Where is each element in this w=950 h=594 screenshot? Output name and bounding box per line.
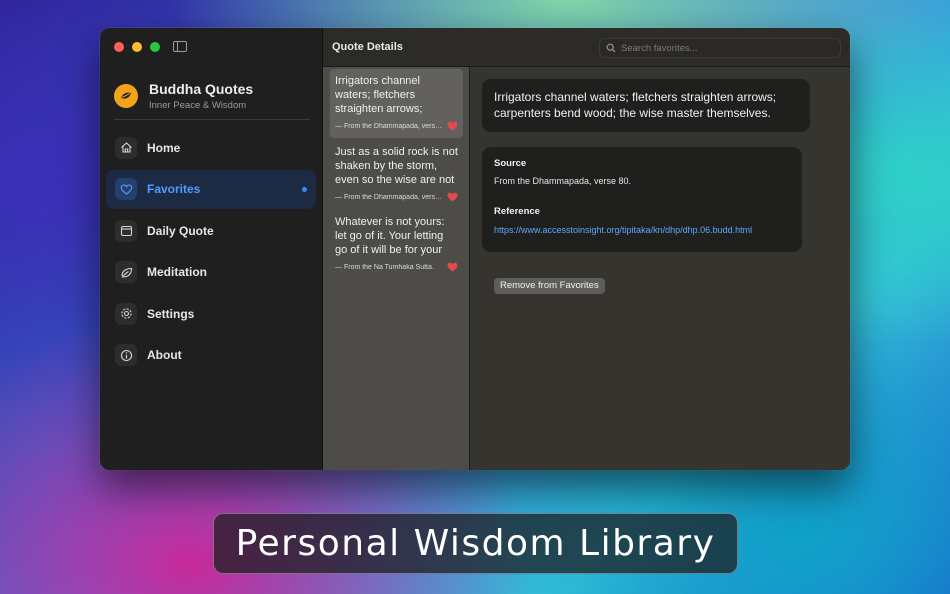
sidebar-item-label: Meditation	[147, 265, 207, 280]
quote-source: — From the Dhammapada, verse 81.	[335, 193, 443, 201]
sidebar-item-about[interactable]: About	[106, 336, 316, 375]
app-title: Buddha Quotes	[149, 81, 254, 97]
app-window: Buddha Quotes Inner Peace & Wisdom Home …	[100, 28, 850, 470]
quote-preview: Irrigators channel waters; fletchers str…	[335, 75, 423, 115]
list-item[interactable]: Just as a solid rock is not shaken by th…	[330, 140, 463, 209]
heart-icon[interactable]	[447, 121, 458, 131]
sidebar-item-label: Daily Quote	[147, 223, 214, 238]
window-controls	[114, 42, 160, 52]
favorites-list: Irrigators channel waters; fletchers str…	[323, 67, 470, 470]
remove-from-favorites-button[interactable]: Remove from Favorites	[494, 278, 605, 294]
quote-detail: Irrigators channel waters; fletchers str…	[470, 67, 850, 470]
list-item[interactable]: Whatever is not yours: let go of it. You…	[330, 210, 463, 279]
lotus-logo-icon	[114, 84, 138, 108]
sidebar: Buddha Quotes Inner Peace & Wisdom Home …	[100, 28, 323, 470]
divider	[114, 119, 310, 120]
list-item[interactable]: Irrigators channel waters; fletchers str…	[330, 69, 463, 138]
sidebar-item-favorites[interactable]: Favorites	[106, 169, 316, 209]
source-heading: Source	[494, 158, 527, 169]
minimize-button[interactable]	[132, 42, 142, 52]
sidebar-item-label: About	[147, 348, 182, 363]
app-subtitle: Inner Peace & Wisdom	[149, 100, 247, 111]
heart-icon	[115, 178, 137, 201]
heart-icon[interactable]	[447, 262, 458, 272]
sidebar-item-home[interactable]: Home	[106, 128, 316, 167]
sidebar-nav: Home Favorites Daily Quote Meditation Se…	[106, 128, 316, 378]
sidebar-toggle-icon[interactable]	[173, 41, 187, 52]
sidebar-item-daily-quote[interactable]: Daily Quote	[106, 211, 316, 250]
close-button[interactable]	[114, 42, 124, 52]
info-icon	[115, 344, 137, 367]
search-input[interactable]: Search favorites...	[599, 38, 841, 58]
search-icon	[606, 43, 616, 53]
quote-source: — From the Dhammapada, verse 80.	[335, 122, 443, 130]
quote-preview: Whatever is not yours: let go of it. You…	[335, 216, 445, 256]
search-placeholder: Search favorites...	[621, 42, 698, 54]
quote-source: — From the Na Tumhaka Sutta.	[335, 263, 434, 271]
gear-icon	[115, 302, 137, 325]
leaf-icon	[115, 261, 137, 284]
caption-banner: Personal Wisdom Library	[213, 513, 738, 574]
house-icon	[115, 136, 137, 159]
source-value: From the Dhammapada, verse 80.	[494, 176, 632, 186]
quote-text-box: Irrigators channel waters; fletchers str…	[482, 79, 810, 132]
app-brand: Buddha Quotes Inner Peace & Wisdom	[114, 81, 253, 111]
active-indicator-dot	[302, 186, 307, 192]
toolbar: Quote Details Search favorites...	[323, 28, 850, 67]
sidebar-item-label: Settings	[147, 306, 195, 321]
page-title: Quote Details	[332, 41, 403, 53]
sidebar-item-settings[interactable]: Settings	[106, 294, 316, 333]
sidebar-item-label: Favorites	[147, 182, 201, 197]
reference-link[interactable]: https://www.accesstoinsight.org/tipitaka…	[494, 225, 790, 235]
source-info-box: Source From the Dhammapada, verse 80. Re…	[482, 147, 802, 252]
sidebar-item-meditation[interactable]: Meditation	[106, 253, 316, 292]
reference-heading: Reference	[494, 206, 540, 217]
heart-icon[interactable]	[447, 192, 458, 202]
calendar-icon	[115, 219, 137, 242]
caption-text: Personal Wisdom Library	[235, 523, 716, 564]
sidebar-item-label: Home	[147, 140, 181, 155]
zoom-button[interactable]	[150, 42, 160, 52]
quote-preview: Just as a solid rock is not shaken by th…	[335, 146, 458, 186]
